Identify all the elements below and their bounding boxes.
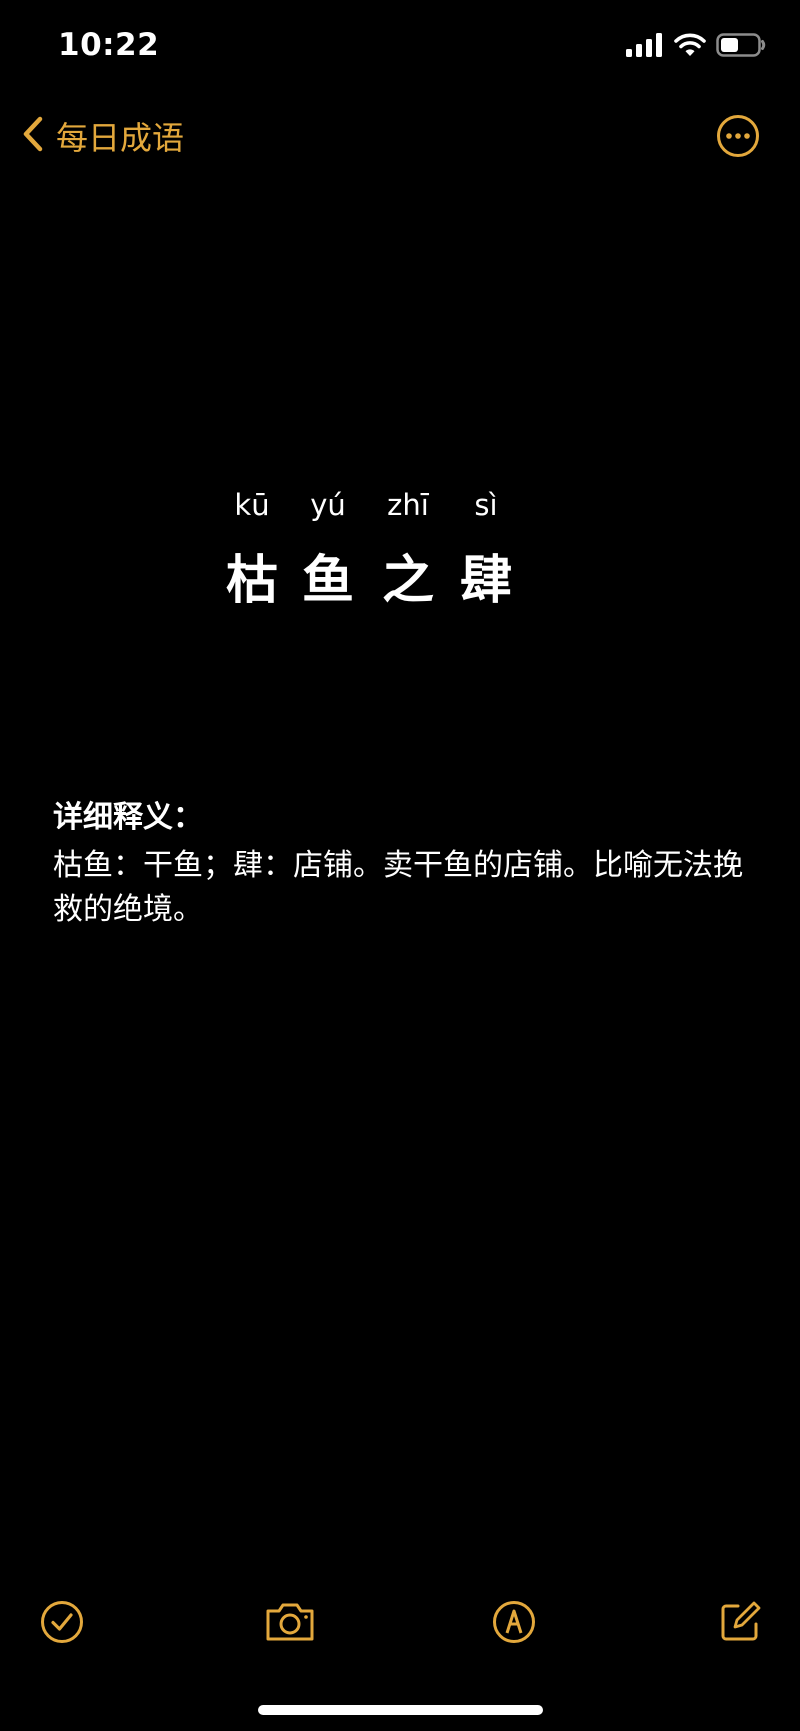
definition-heading: 详细释义：: [53, 800, 203, 835]
idiom-character: 肆: [459, 551, 512, 611]
camera-icon: [264, 1601, 316, 1647]
chevron-left-icon: [22, 116, 44, 156]
home-indicator[interactable]: [258, 1705, 543, 1715]
idiom-character: 枯: [225, 551, 278, 611]
status-bar: 10:22: [0, 0, 800, 100]
definition-text: 枯鱼：干鱼；肆：店铺。卖干鱼的店铺。比喻无法挽救的绝境。: [53, 848, 743, 927]
definition-section: 详细释义： 枯鱼：干鱼；肆：店铺。卖干鱼的店铺。比喻无法挽救的绝境。: [53, 794, 753, 932]
compose-button[interactable]: [714, 1598, 766, 1650]
markup-icon: [492, 1600, 536, 1648]
markup-button[interactable]: [488, 1598, 540, 1650]
idiom-character: 之: [381, 551, 434, 611]
cellular-signal-icon: [626, 33, 664, 61]
status-icons: [626, 33, 766, 61]
back-button[interactable]: 每日成语: [22, 112, 184, 160]
pinyin-row: kū yú zhī sì: [228, 488, 528, 528]
ellipsis-circle-icon: [716, 115, 760, 162]
status-time: 10:22: [58, 27, 160, 63]
bottom-toolbar: [0, 1590, 800, 1660]
pinyin-syllable: yú: [310, 488, 346, 522]
pinyin-syllable: zhī: [387, 488, 429, 522]
back-label: 每日成语: [56, 119, 185, 157]
camera-button[interactable]: [262, 1598, 318, 1650]
wifi-icon: [674, 33, 706, 61]
idiom-characters: 枯 鱼 之 肆: [226, 538, 548, 611]
idiom-character: 鱼: [301, 551, 354, 611]
checklist-button[interactable]: [36, 1598, 88, 1650]
pinyin-syllable: kū: [234, 488, 270, 522]
pinyin-syllable: sì: [474, 488, 498, 522]
battery-icon: [716, 33, 766, 61]
compose-icon: [718, 1600, 762, 1648]
navigation-bar: 每日成语: [0, 100, 800, 172]
checklist-icon: [40, 1600, 84, 1648]
more-options-button[interactable]: [716, 114, 760, 158]
